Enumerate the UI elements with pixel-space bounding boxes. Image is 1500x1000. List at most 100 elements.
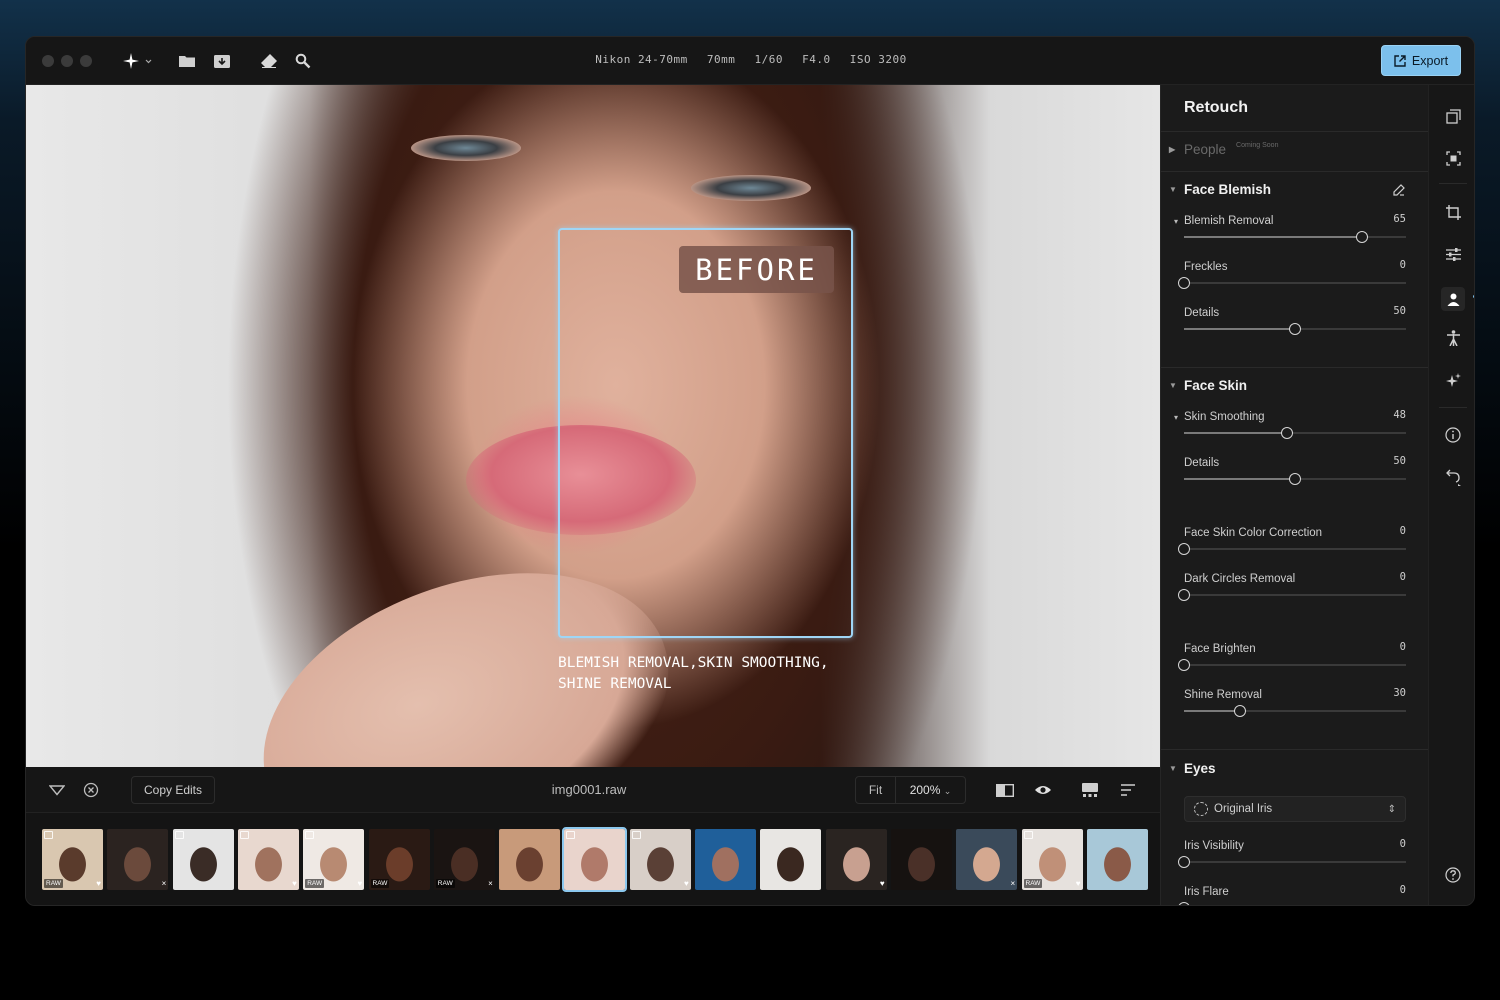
slider-value[interactable]: 30 [1393, 687, 1406, 699]
filmstrip-thumbnail[interactable] [172, 829, 234, 890]
reject-button[interactable] [82, 781, 100, 799]
edited-badge-icon [631, 831, 641, 839]
slider-value[interactable]: 0 [1400, 525, 1406, 537]
sparkle-menu-button[interactable] [120, 51, 154, 71]
slider-knob[interactable] [1233, 705, 1246, 717]
history-button[interactable] [1444, 469, 1462, 487]
slider-track[interactable] [1178, 659, 1406, 671]
slider-value[interactable]: 0 [1400, 641, 1406, 653]
eraser-icon [261, 54, 277, 68]
slider-knob[interactable] [1281, 427, 1294, 439]
slider-knob[interactable] [1178, 589, 1190, 601]
filmstrip-thumbnail[interactable]: RAW ♥ [303, 829, 365, 890]
sort-button[interactable] [1119, 781, 1137, 799]
filmstrip-thumbnail[interactable]: ♥ [825, 829, 887, 890]
slider-track[interactable] [1178, 277, 1406, 289]
filmstrip-thumbnail[interactable] [890, 829, 952, 890]
slider-value[interactable]: 0 [1400, 571, 1406, 583]
slider-knob[interactable] [1178, 902, 1190, 905]
layers-button[interactable] [1444, 107, 1462, 125]
divider [1161, 749, 1428, 750]
slider-track[interactable] [1184, 705, 1406, 717]
filmstrip-thumbnail[interactable]: ♥ [237, 829, 299, 890]
close-window-button[interactable] [42, 55, 54, 67]
favorite-heart-icon: ♥ [357, 879, 363, 888]
slider-knob[interactable] [1289, 473, 1301, 485]
slider-track[interactable] [1184, 427, 1406, 439]
fit-button[interactable]: Fit [856, 776, 896, 804]
chevron-down-icon: ⌄ [943, 786, 952, 796]
face-skin-section-header[interactable]: ▼ Face Skin [1169, 378, 1247, 393]
ai-enhance-button[interactable] [1444, 371, 1462, 389]
filmstrip-thumbnail[interactable] [695, 829, 756, 890]
slider-value[interactable]: 50 [1393, 305, 1406, 317]
filmstrip-thumbnail[interactable]: RAW [368, 829, 430, 890]
filmstrip-toggle-button[interactable] [1081, 781, 1099, 799]
slider-track[interactable] [1178, 589, 1406, 601]
zoom-dropdown[interactable]: 200% ⌄ [896, 783, 965, 797]
slider-knob[interactable] [1289, 323, 1301, 335]
chevron-updown-icon: ⇕ [1387, 803, 1396, 815]
search-button[interactable] [293, 51, 313, 71]
edit-caption-line: SHINE REMOVAL [558, 676, 672, 692]
edited-badge-icon [174, 831, 184, 839]
eraser-button[interactable] [259, 51, 279, 71]
slider-track[interactable] [1178, 543, 1406, 555]
slider-value[interactable]: 48 [1393, 409, 1406, 421]
eyes-section-header[interactable]: ▼ Eyes [1169, 761, 1216, 776]
slider-value[interactable]: 65 [1393, 213, 1406, 225]
slider-value[interactable]: 0 [1400, 838, 1406, 850]
minimize-window-button[interactable] [61, 55, 73, 67]
filmstrip-thumbnail[interactable] [562, 827, 628, 892]
slider-knob[interactable] [1355, 231, 1368, 243]
filmstrip-thumbnail[interactable]: RAW × [433, 829, 495, 890]
filmstrip-thumbnail[interactable] [499, 829, 561, 890]
slider-knob[interactable] [1178, 277, 1190, 289]
select-subject-button[interactable] [1444, 149, 1462, 167]
iris-ring-icon [1194, 802, 1208, 816]
filmstrip-thumbnail[interactable] [1086, 829, 1148, 890]
filmstrip-thumbnail[interactable]: RAW ♥ [42, 829, 103, 890]
slider-track[interactable] [1184, 323, 1406, 335]
info-button[interactable] [1444, 426, 1462, 444]
zoom-window-button[interactable] [80, 55, 92, 67]
slider-track[interactable] [1184, 473, 1406, 485]
current-filename: img0001.raw [551, 782, 627, 797]
filmstrip-thumbnail[interactable]: ♥ [629, 829, 691, 890]
filmstrip-thumbnail[interactable] [760, 829, 822, 890]
body-reshape-button[interactable] [1444, 329, 1462, 347]
iris-select[interactable]: Original Iris ⇕ [1184, 796, 1406, 822]
face-blemish-brush-button[interactable] [1392, 183, 1406, 202]
filmstrip-thumbnail[interactable]: × [107, 829, 169, 890]
compare-split-button[interactable] [996, 781, 1014, 799]
slider-track[interactable] [1178, 856, 1406, 868]
crop-button[interactable] [1444, 203, 1462, 221]
app-window: Nikon 24-70mm 70mm 1/60 F4.0 ISO 3200 Ex… [25, 36, 1475, 906]
copy-edits-button[interactable]: Copy Edits [131, 776, 215, 804]
filmstrip-thumbnail[interactable]: × [956, 829, 1018, 890]
face-skin-title: Face Skin [1184, 378, 1248, 393]
slider-value[interactable]: 0 [1400, 884, 1406, 896]
filter-button[interactable] [48, 781, 66, 799]
layers-icon [1445, 108, 1461, 124]
retouch-button[interactable] [1441, 287, 1465, 311]
help-button[interactable] [1444, 866, 1462, 884]
slider-knob[interactable] [1178, 659, 1190, 671]
slider-value[interactable]: 0 [1400, 259, 1406, 271]
import-button[interactable] [212, 51, 232, 71]
export-button[interactable]: Export [1381, 45, 1461, 76]
exif-shutter: 1/60 [754, 53, 784, 66]
face-blemish-section-header[interactable]: ▼ Face Blemish [1169, 182, 1271, 197]
slider-fill [1184, 478, 1295, 480]
people-section-header[interactable]: ▶ People Coming Soon [1169, 142, 1278, 157]
slider-knob[interactable] [1178, 543, 1190, 555]
preview-toggle-button[interactable] [1034, 781, 1052, 799]
divider [1439, 407, 1467, 408]
filmstrip-thumbnail[interactable]: RAW ♥ [1021, 829, 1083, 890]
slider-knob[interactable] [1178, 856, 1190, 868]
slider-value[interactable]: 50 [1393, 455, 1406, 467]
adjustments-button[interactable] [1444, 245, 1462, 263]
photo-canvas[interactable]: BEFORE BLEMISH REMOVAL,SKIN SMOOTHING, S… [26, 85, 1160, 767]
folder-button[interactable] [177, 51, 197, 71]
slider-track[interactable] [1184, 231, 1406, 243]
